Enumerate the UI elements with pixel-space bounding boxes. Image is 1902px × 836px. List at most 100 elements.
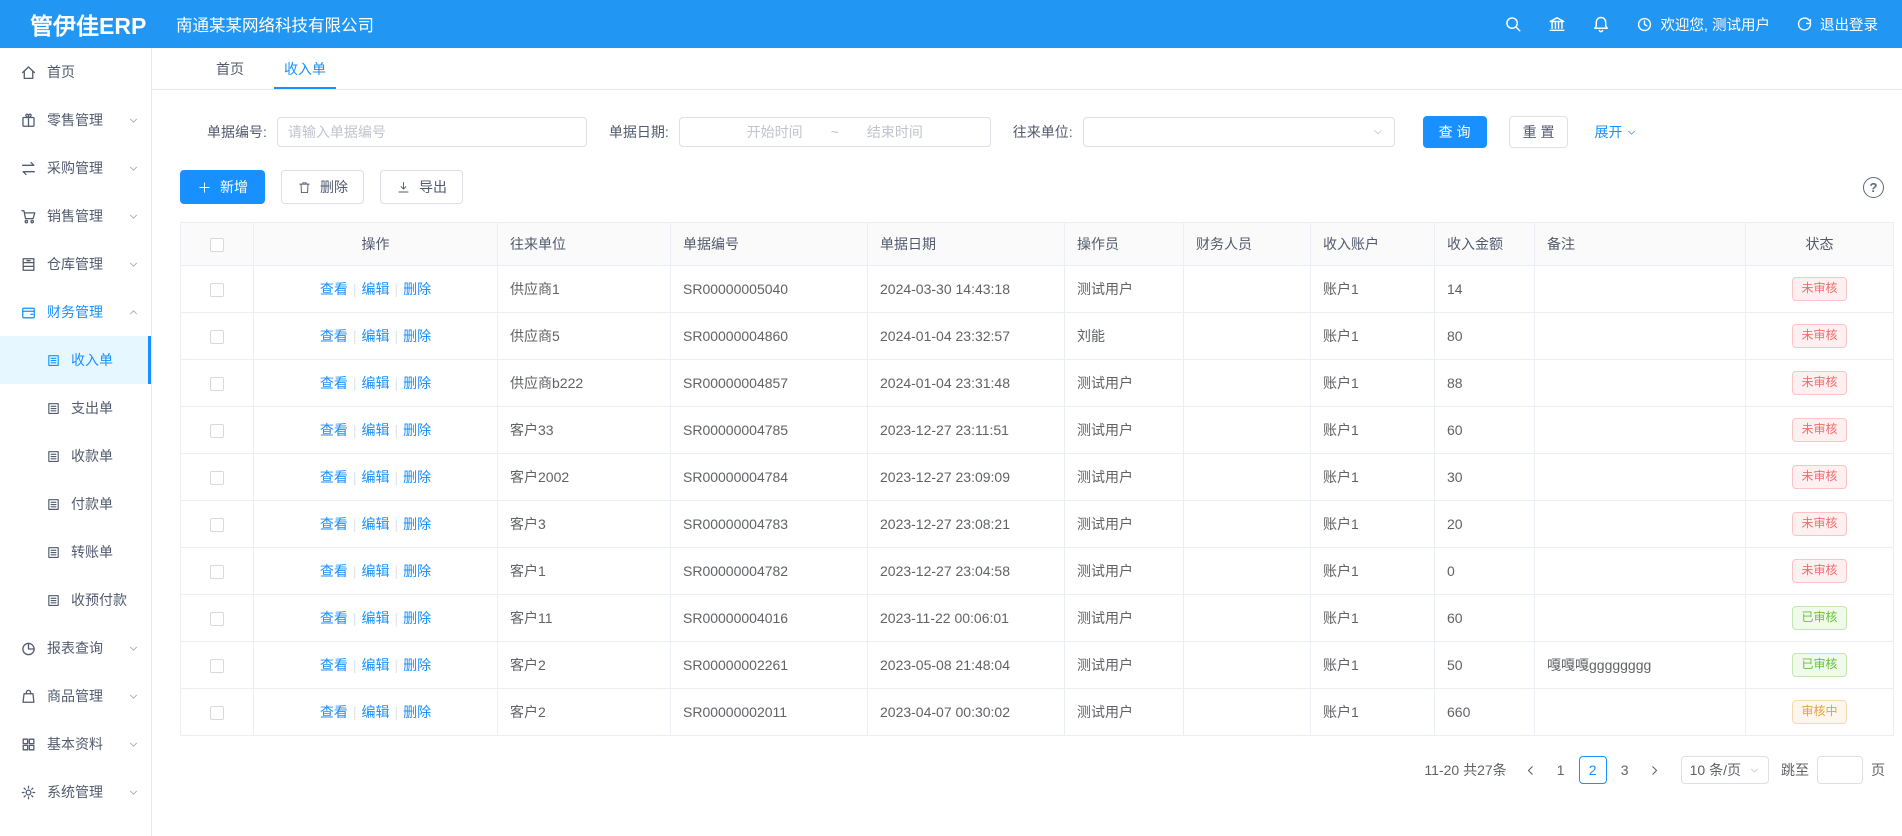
column-header: 单据编号 [671, 223, 868, 266]
export-button[interactable]: 导出 [380, 170, 463, 204]
edit-link[interactable]: 编辑 [362, 563, 390, 579]
edit-link[interactable]: 编辑 [362, 422, 390, 438]
sidebar-item-零售管理[interactable]: 零售管理 [0, 96, 151, 144]
sidebar-item-仓库管理[interactable]: 仓库管理 [0, 240, 151, 288]
bell-icon[interactable] [1592, 15, 1610, 33]
view-link[interactable]: 查看 [320, 516, 348, 532]
row-checkbox[interactable] [210, 706, 224, 720]
bill-no-input[interactable] [277, 117, 587, 147]
sidebar-item-财务管理[interactable]: 财务管理 [0, 288, 151, 336]
edit-link[interactable]: 编辑 [362, 516, 390, 532]
row-checkbox[interactable] [210, 659, 224, 673]
sidebar-item-采购管理[interactable]: 采购管理 [0, 144, 151, 192]
sidebar-item-销售管理[interactable]: 销售管理 [0, 192, 151, 240]
delete-link[interactable]: 删除 [403, 281, 431, 297]
row-checkbox[interactable] [210, 283, 224, 297]
delete-button[interactable]: 删除 [281, 170, 364, 204]
row-checkbox[interactable] [210, 377, 224, 391]
delete-link[interactable]: 删除 [403, 563, 431, 579]
sidebar-item-首页[interactable]: 首页 [0, 48, 151, 96]
jump-page-input[interactable] [1817, 756, 1863, 784]
sidebar-item-label: 系统管理 [47, 782, 103, 802]
partner-select[interactable] [1083, 117, 1395, 147]
table-cell: 账户1 [1311, 548, 1435, 595]
sidebar-item-label: 收款单 [71, 446, 113, 466]
row-checkbox[interactable] [210, 565, 224, 579]
welcome-user[interactable]: 欢迎您, 测试用户 [1636, 14, 1770, 35]
export-label: 导出 [419, 177, 447, 197]
table-row: 查看|编辑|删除 供应商5SR000000048602024-01-04 23:… [181, 313, 1894, 360]
chevron-down-icon [128, 787, 139, 798]
search-button[interactable]: 查 询 [1423, 116, 1487, 148]
sidebar-item-系统管理[interactable]: 系统管理 [0, 768, 151, 816]
prev-page-icon[interactable] [1517, 756, 1545, 784]
delete-link[interactable]: 删除 [403, 610, 431, 626]
page-button-2[interactable]: 2 [1579, 756, 1607, 784]
table-cell: SR00000004783 [671, 501, 868, 548]
view-link[interactable]: 查看 [320, 281, 348, 297]
expand-label: 展开 [1594, 122, 1622, 142]
sidebar-item-转账单[interactable]: 转账单 [0, 528, 151, 576]
sidebar-item-报表查询[interactable]: 报表查询 [0, 624, 151, 672]
table-cell: 账户1 [1311, 689, 1435, 736]
view-link[interactable]: 查看 [320, 704, 348, 720]
sidebar-item-收预付款[interactable]: 收预付款 [0, 576, 151, 624]
row-checkbox[interactable] [210, 424, 224, 438]
view-link[interactable]: 查看 [320, 610, 348, 626]
delete-link[interactable]: 删除 [403, 422, 431, 438]
reset-button[interactable]: 重 置 [1509, 116, 1569, 148]
edit-link[interactable]: 编辑 [362, 610, 390, 626]
doc-icon [46, 449, 61, 464]
delete-link[interactable]: 删除 [403, 375, 431, 391]
sidebar-item-基本资料[interactable]: 基本资料 [0, 720, 151, 768]
next-page-icon[interactable] [1641, 756, 1669, 784]
page-size-select[interactable]: 10 条/页 [1681, 756, 1769, 784]
sidebar-item-商品管理[interactable]: 商品管理 [0, 672, 151, 720]
table-cell [1535, 266, 1746, 313]
sidebar-item-支出单[interactable]: 支出单 [0, 384, 151, 432]
view-link[interactable]: 查看 [320, 422, 348, 438]
table-cell [1535, 407, 1746, 454]
view-link[interactable]: 查看 [320, 657, 348, 673]
edit-link[interactable]: 编辑 [362, 469, 390, 485]
bank-icon[interactable] [1548, 15, 1566, 33]
status-badge: 未审核 [1792, 559, 1846, 583]
row-checkbox[interactable] [210, 330, 224, 344]
table-cell: 20 [1435, 501, 1535, 548]
edit-link[interactable]: 编辑 [362, 704, 390, 720]
sidebar-item-收入单[interactable]: 收入单 [0, 336, 151, 384]
sidebar-item-收款单[interactable]: 收款单 [0, 432, 151, 480]
row-checkbox[interactable] [210, 612, 224, 626]
page-button-3[interactable]: 3 [1611, 756, 1639, 784]
app-logo: 管伊佳ERP [0, 7, 162, 41]
search-icon[interactable] [1504, 15, 1522, 33]
delete-link[interactable]: 删除 [403, 657, 431, 673]
date-range-input[interactable]: 开始时间 ~ 结束时间 [679, 117, 991, 147]
edit-link[interactable]: 编辑 [362, 375, 390, 391]
chevron-down-icon [128, 211, 139, 222]
sidebar-item-label: 转账单 [71, 542, 113, 562]
help-icon[interactable]: ? [1863, 177, 1884, 198]
view-link[interactable]: 查看 [320, 563, 348, 579]
edit-link[interactable]: 编辑 [362, 328, 390, 344]
edit-link[interactable]: 编辑 [362, 657, 390, 673]
row-checkbox[interactable] [210, 518, 224, 532]
delete-link[interactable]: 删除 [403, 516, 431, 532]
row-checkbox[interactable] [210, 471, 224, 485]
table-cell: 嘎嘎嘎gggggggg [1535, 642, 1746, 689]
logout-button[interactable]: 退出登录 [1796, 14, 1878, 35]
edit-link[interactable]: 编辑 [362, 281, 390, 297]
delete-link[interactable]: 删除 [403, 328, 431, 344]
tab-income-bill[interactable]: 收入单 [264, 48, 346, 89]
view-link[interactable]: 查看 [320, 469, 348, 485]
delete-link[interactable]: 删除 [403, 704, 431, 720]
sidebar-item-付款单[interactable]: 付款单 [0, 480, 151, 528]
page-button-1[interactable]: 1 [1547, 756, 1575, 784]
delete-link[interactable]: 删除 [403, 469, 431, 485]
expand-link[interactable]: 展开 [1594, 122, 1637, 142]
view-link[interactable]: 查看 [320, 375, 348, 391]
tab-home[interactable]: 首页 [196, 48, 264, 89]
view-link[interactable]: 查看 [320, 328, 348, 344]
add-button[interactable]: 新增 [180, 170, 265, 204]
select-all-checkbox[interactable] [210, 238, 224, 252]
